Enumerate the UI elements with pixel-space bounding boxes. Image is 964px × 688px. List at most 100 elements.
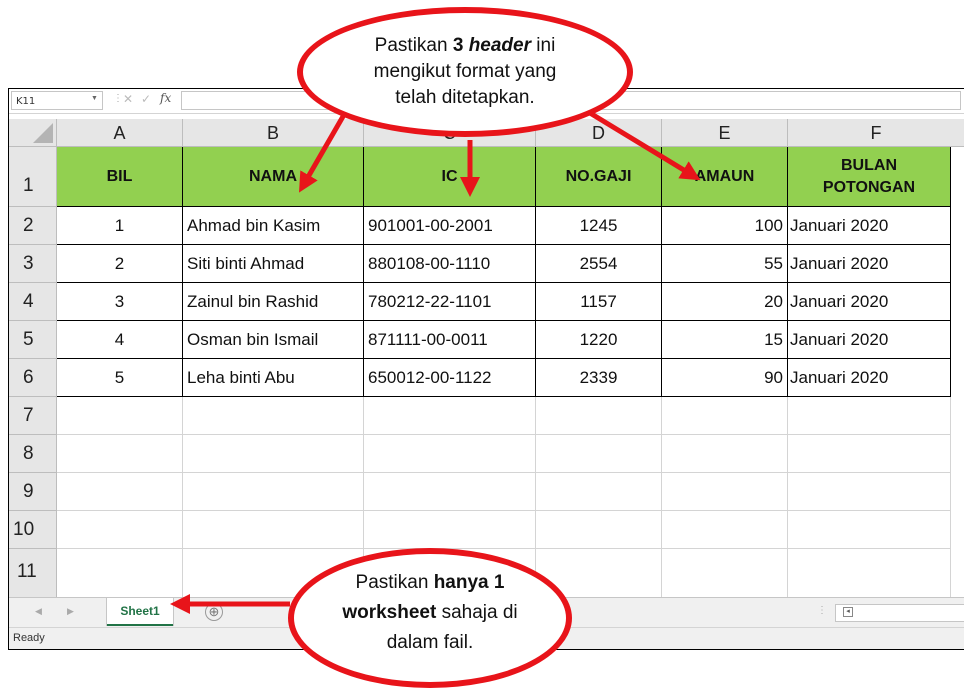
table-cell-bulan[interactable]: Januari 2020 xyxy=(788,321,951,359)
table-cell-bulan[interactable]: Januari 2020 xyxy=(788,283,951,321)
empty-cell[interactable] xyxy=(364,511,536,549)
table-cell-amaun[interactable]: 90 xyxy=(662,359,788,397)
callout-sheet-text: Pastikan hanya 1 worksheet sahaja di dal… xyxy=(342,568,517,658)
column-header-f[interactable]: F xyxy=(788,119,964,147)
scroll-split-handle-icon[interactable]: ⋮ xyxy=(817,605,827,616)
table-cell-nama[interactable]: Siti binti Ahmad xyxy=(183,245,364,283)
empty-cell[interactable] xyxy=(364,397,536,435)
callout-single-worksheet: Pastikan hanya 1 worksheet sahaja di dal… xyxy=(288,548,572,688)
empty-cell[interactable] xyxy=(183,473,364,511)
table-cell-ic[interactable]: 780212-22-1101 xyxy=(364,283,536,321)
row-header-5[interactable]: 5 xyxy=(9,321,57,359)
header-cell-ic[interactable]: IC xyxy=(364,147,536,207)
table-cell-gaji[interactable]: 1220 xyxy=(536,321,662,359)
row-header-9[interactable]: 9 xyxy=(9,473,57,511)
empty-cell[interactable] xyxy=(662,511,788,549)
header-label: BIL xyxy=(106,167,133,185)
scroll-tabs-left-icon[interactable]: ◀ xyxy=(35,606,42,617)
empty-cell[interactable] xyxy=(788,435,951,473)
table-cell-nama[interactable]: Zainul bin Rashid xyxy=(183,283,364,321)
empty-cell[interactable] xyxy=(536,397,662,435)
table-cell-gaji[interactable]: 1157 xyxy=(536,283,662,321)
add-sheet-icon[interactable]: ⊕ xyxy=(205,603,223,621)
table-cell-gaji[interactable]: 2339 xyxy=(536,359,662,397)
empty-cell[interactable] xyxy=(662,549,788,597)
row-header-7[interactable]: 7 xyxy=(9,397,57,435)
row-header-11[interactable]: 11 xyxy=(9,549,57,597)
insert-function-icon[interactable]: fx xyxy=(160,91,171,105)
sheet-tab-sheet1[interactable]: Sheet1 xyxy=(107,598,173,626)
table-cell-ic[interactable]: 880108-00-1110 xyxy=(364,245,536,283)
empty-cell[interactable] xyxy=(788,511,951,549)
table-cell-bil[interactable]: 1 xyxy=(57,207,183,245)
empty-cell[interactable] xyxy=(183,511,364,549)
name-box[interactable]: K11 xyxy=(11,91,103,110)
row-header-8[interactable]: 8 xyxy=(9,435,57,473)
header-cell-bil[interactable]: BIL xyxy=(57,147,183,207)
header-cell-amaun[interactable]: AMAUN xyxy=(662,147,788,207)
empty-cell[interactable] xyxy=(57,435,183,473)
table-cell-nama[interactable]: Leha binti Abu xyxy=(183,359,364,397)
table-cell-bil[interactable]: 3 xyxy=(57,283,183,321)
empty-cell[interactable] xyxy=(364,435,536,473)
empty-cell[interactable] xyxy=(788,397,951,435)
column-header-a[interactable]: A xyxy=(57,119,183,147)
table-cell-nama[interactable]: Osman bin Ismail xyxy=(183,321,364,359)
table-cell-bulan[interactable]: Januari 2020 xyxy=(788,245,951,283)
empty-cell[interactable] xyxy=(57,549,183,597)
header-label: IC xyxy=(441,167,458,185)
table-cell-bil[interactable]: 5 xyxy=(57,359,183,397)
callout-text: dalam fail. xyxy=(386,632,474,653)
table-cell-ic[interactable]: 871111-00-0011 xyxy=(364,321,536,359)
empty-cell[interactable] xyxy=(57,473,183,511)
empty-cell[interactable] xyxy=(662,397,788,435)
table-cell-nama[interactable]: Ahmad bin Kasim xyxy=(183,207,364,245)
cancel-icon[interactable]: ✕ xyxy=(123,92,133,106)
header-cell-bulan-potongan[interactable]: BULAN POTONGAN xyxy=(788,147,951,207)
table-cell-ic[interactable]: 650012-00-1122 xyxy=(364,359,536,397)
select-all-corner[interactable] xyxy=(9,119,57,147)
header-cell-no-gaji[interactable]: NO.GAJI xyxy=(536,147,662,207)
table-cell-bil[interactable]: 2 xyxy=(57,245,183,283)
horizontal-scrollbar[interactable] xyxy=(835,604,964,622)
column-header-e[interactable]: E xyxy=(662,119,788,147)
row-header-6[interactable]: 6 xyxy=(9,359,57,397)
row-header-2[interactable]: 2 xyxy=(9,207,57,245)
table-cell-bulan[interactable]: Januari 2020 xyxy=(788,207,951,245)
header-label: NO.GAJI xyxy=(565,167,632,185)
table-cell-ic[interactable]: 901001-00-2001 xyxy=(364,207,536,245)
empty-cell[interactable] xyxy=(536,473,662,511)
empty-cell[interactable] xyxy=(183,435,364,473)
empty-cell[interactable] xyxy=(57,511,183,549)
empty-cell[interactable] xyxy=(57,397,183,435)
empty-cell[interactable] xyxy=(536,435,662,473)
enter-check-icon[interactable]: ✓ xyxy=(141,92,151,106)
empty-cell[interactable] xyxy=(364,473,536,511)
table-cell-amaun[interactable]: 15 xyxy=(662,321,788,359)
drag-handle-icon[interactable]: ⋮ xyxy=(113,93,123,104)
table-cell-amaun[interactable]: 20 xyxy=(662,283,788,321)
row-header-1[interactable]: 1 xyxy=(9,147,57,207)
table-cell-gaji[interactable]: 2554 xyxy=(536,245,662,283)
row-header-3[interactable]: 3 xyxy=(9,245,57,283)
row-header-10[interactable]: 10 xyxy=(9,511,57,549)
empty-cell[interactable] xyxy=(662,473,788,511)
empty-cell[interactable] xyxy=(788,549,951,597)
header-cell-nama[interactable]: NAMA xyxy=(183,147,364,207)
table-cell-bulan[interactable]: Januari 2020 xyxy=(788,359,951,397)
scroll-tabs-right-icon[interactable]: ▶ xyxy=(67,606,74,617)
table-cell-gaji[interactable]: 1245 xyxy=(536,207,662,245)
table-cell-amaun[interactable]: 100 xyxy=(662,207,788,245)
empty-cell[interactable] xyxy=(788,473,951,511)
table-cell-amaun[interactable]: 55 xyxy=(662,245,788,283)
empty-cell[interactable] xyxy=(536,511,662,549)
callout-text: telah ditetapkan. xyxy=(395,87,535,108)
column-header-b[interactable]: B xyxy=(183,119,364,147)
scroll-left-icon[interactable]: ◂ xyxy=(843,607,853,617)
row-header-4[interactable]: 4 xyxy=(9,283,57,321)
callout-text: Pastikan xyxy=(355,572,434,593)
empty-cell[interactable] xyxy=(183,397,364,435)
empty-cell[interactable] xyxy=(662,435,788,473)
chevron-down-icon[interactable]: ▼ xyxy=(91,95,98,102)
table-cell-bil[interactable]: 4 xyxy=(57,321,183,359)
